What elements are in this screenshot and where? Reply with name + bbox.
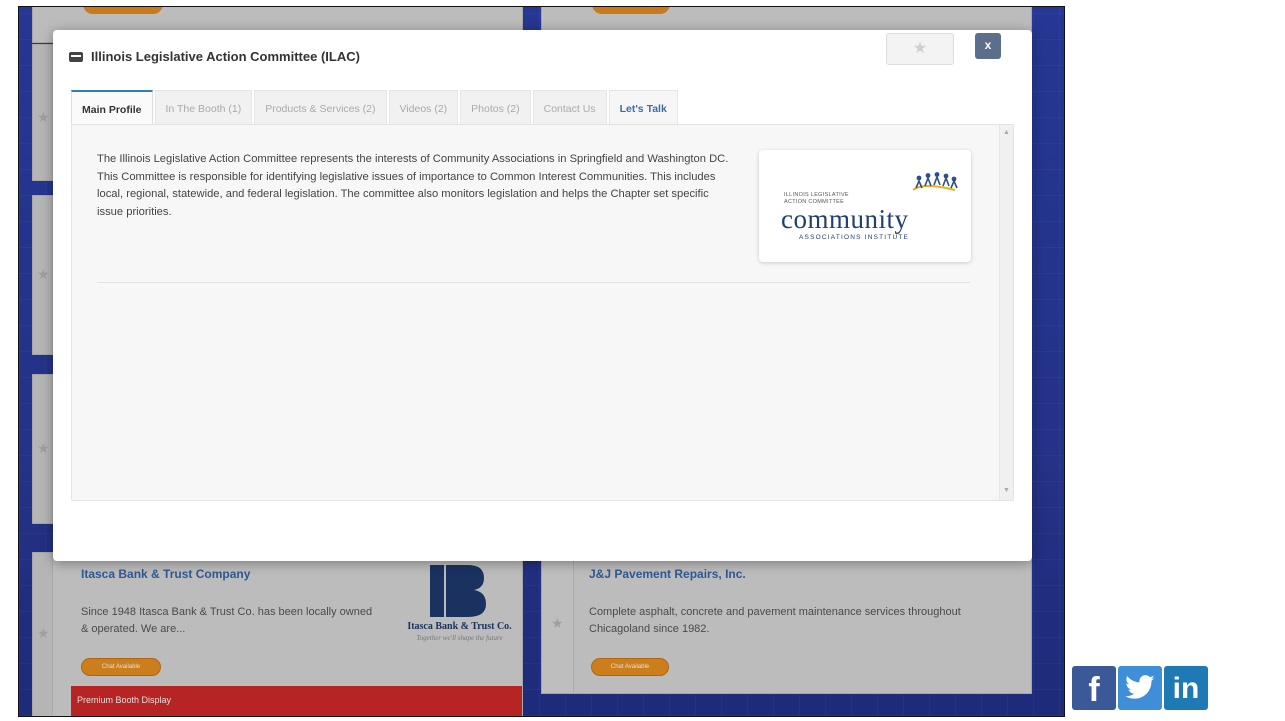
main-profile-panel: The Illinois Legislative Action Committe… (71, 124, 1014, 501)
logo-subtitle: ASSOCIATIONS INSTITUTE (799, 234, 910, 241)
modal-title: Illinois Legislative Action Committee (I… (91, 49, 360, 64)
modal-header: Illinois Legislative Action Committee (I… (69, 49, 360, 64)
favorite-button[interactable]: ★ (886, 33, 954, 65)
tab-in-the-booth[interactable]: In The Booth (1) (154, 90, 253, 124)
profile-logo: ILLINOIS LEGISLATIVE ACTION COMMITTEE co… (759, 150, 971, 262)
twitter-icon[interactable] (1118, 666, 1162, 710)
close-button[interactable]: x (975, 33, 1001, 59)
scroll-up-icon[interactable]: ▲ (1003, 129, 1010, 136)
exhibitor-modal: Illinois Legislative Action Committee (I… (53, 30, 1032, 561)
facebook-glyph: f (1088, 671, 1100, 709)
tab-contact-us[interactable]: Contact Us (532, 90, 607, 124)
tab-lets-talk[interactable]: Let's Talk (608, 90, 678, 124)
panel-scrollbar[interactable]: ▲ ▼ (999, 125, 1013, 500)
tab-videos[interactable]: Videos (2) (388, 90, 459, 124)
booth-icon (69, 51, 83, 62)
logo-small-line: ILLINOIS LEGISLATIVE (784, 192, 849, 198)
logo-wordmark: community (781, 204, 909, 234)
tab-products-services[interactable]: Products & Services (2) (254, 90, 387, 124)
browser-frame: ★ ★ ★ ★ Itasca Bank & Trust Company Sinc… (18, 6, 1065, 717)
facebook-icon[interactable]: f (1072, 666, 1116, 710)
twitter-bird-icon (1125, 675, 1155, 699)
scroll-down-icon[interactable]: ▼ (1003, 487, 1010, 494)
content-divider (97, 282, 970, 283)
people-figures-icon (912, 172, 958, 191)
linkedin-glyph: in (1172, 672, 1200, 705)
linkedin-icon[interactable]: in (1164, 666, 1208, 710)
tab-main-profile[interactable]: Main Profile (71, 90, 153, 124)
star-icon: ★ (912, 40, 928, 57)
tab-photos[interactable]: Photos (2) (460, 90, 531, 124)
profile-tabs: Main Profile In The Booth (1) Products &… (71, 90, 680, 124)
profile-description: The Illinois Legislative Action Committe… (97, 153, 729, 218)
